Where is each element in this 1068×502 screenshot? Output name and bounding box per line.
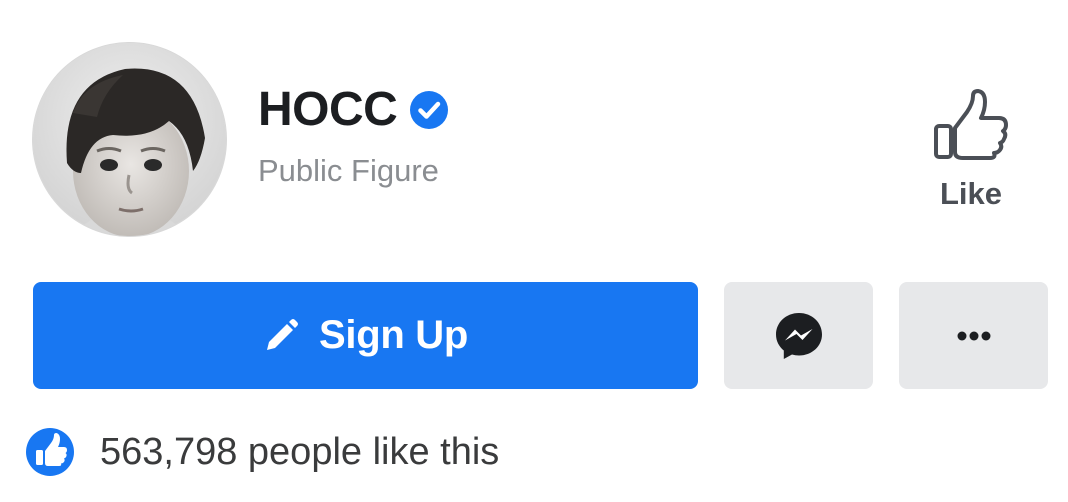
more-options-button[interactable] <box>899 282 1048 389</box>
like-page-button[interactable]: Like <box>922 88 1020 223</box>
messenger-button[interactable] <box>724 282 873 389</box>
page-identity: HOCC Public Figure <box>258 82 449 190</box>
page-title[interactable]: HOCC <box>258 82 398 138</box>
avatar[interactable] <box>33 43 226 236</box>
more-dots-icon <box>957 331 990 340</box>
sign-up-label: Sign Up <box>319 313 468 357</box>
profile-photo <box>33 43 226 236</box>
messenger-icon <box>775 312 822 359</box>
sign-up-button[interactable]: Sign Up <box>33 282 698 389</box>
like-label: Like <box>939 176 1003 211</box>
verified-badge-icon <box>410 91 449 129</box>
likes-count-text[interactable]: 563,798 people like this <box>100 428 499 476</box>
likes-summary: 563,798 people like this <box>26 428 499 476</box>
pencil-icon <box>267 318 298 350</box>
name-row: HOCC <box>258 82 449 138</box>
page-header-card: HOCC Public Figure Like Sign Up 563,798 … <box>0 0 1068 502</box>
page-category: Public Figure <box>258 153 439 188</box>
thumbs-up-outline-icon <box>934 89 1008 160</box>
like-badge-icon <box>26 428 74 476</box>
